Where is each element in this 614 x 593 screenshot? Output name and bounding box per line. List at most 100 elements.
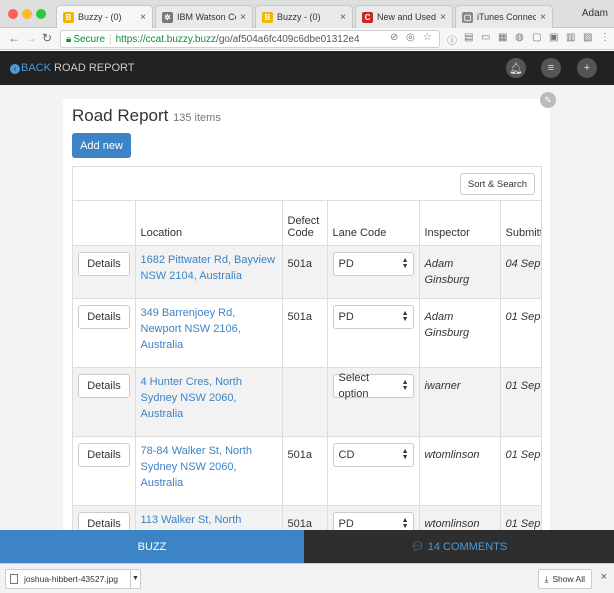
show-all-button[interactable]: ⤓ Show All bbox=[537, 569, 592, 589]
tab-title: iTunes Connect bbox=[477, 12, 537, 22]
location-link[interactable]: 4 Hunter Cres, North Sydney NSW 2060, Au… bbox=[135, 367, 283, 437]
minimize-window-button[interactable] bbox=[22, 9, 32, 19]
column-header-defect-code[interactable]: Defect Code bbox=[282, 201, 328, 246]
close-window-button[interactable] bbox=[8, 9, 18, 19]
close-icon[interactable]: × bbox=[601, 571, 607, 583]
lane-code-select[interactable]: PD ▲ ▼ bbox=[332, 304, 414, 329]
extension-icon[interactable]: ▣ bbox=[549, 32, 558, 43]
maximize-window-button[interactable] bbox=[36, 9, 46, 19]
extension-icon[interactable]: ◍ bbox=[515, 32, 524, 43]
select-arrows-icon: ▲ ▼ bbox=[401, 378, 409, 392]
extension-icon[interactable]: ▧ bbox=[583, 32, 592, 43]
browser-tab-2[interactable]: B Buzzy - (0) × bbox=[255, 5, 353, 28]
extension-icon[interactable]: ▥ bbox=[566, 32, 575, 43]
details-button[interactable]: Details bbox=[78, 251, 130, 276]
column-header-inspector[interactable]: Inspector bbox=[419, 201, 501, 246]
tab-close-icon[interactable]: × bbox=[140, 12, 146, 23]
defect-code: 501a bbox=[282, 298, 328, 368]
buzzy-favicon-icon: B bbox=[63, 11, 74, 23]
tab-title: IBM Watson Con bbox=[177, 12, 236, 22]
report-table: Location Defect Code Lane Code Inspector… bbox=[73, 201, 541, 530]
camera-blocked-icon[interactable]: ⊘ bbox=[390, 32, 398, 43]
extension-icon[interactable]: ▢ bbox=[532, 32, 541, 43]
column-header-submitted[interactable]: Submitted bbox=[500, 201, 541, 246]
page-content: Road Report 135 items Add new Sort & Sea… bbox=[0, 85, 614, 530]
browser-tab-3[interactable]: C New and Used C × bbox=[355, 5, 453, 28]
lane-code-select[interactable]: CD ▲ ▼ bbox=[332, 442, 414, 467]
lane-code-select[interactable]: PD ▲ ▼ bbox=[332, 251, 414, 276]
tab-close-icon[interactable]: × bbox=[240, 12, 246, 23]
back-arrow-icon[interactable]: ← bbox=[8, 31, 20, 45]
lane-code-value: PD bbox=[338, 257, 354, 270]
chevron-down-icon[interactable]: ▼ bbox=[130, 570, 140, 588]
inspector: Adam Ginsburg bbox=[419, 298, 501, 368]
menu-icon[interactable]: ≡ bbox=[541, 58, 561, 78]
location-link[interactable]: 78-84 Walker St, North Sydney NSW 2060, … bbox=[135, 436, 283, 506]
location-link[interactable]: 349 Barrenjoey Rd, Newport NSW 2106, Aus… bbox=[135, 298, 283, 368]
itunes-favicon-icon: ▢ bbox=[462, 11, 473, 23]
buzzy-favicon-icon: B bbox=[262, 11, 273, 23]
table-row: Details 349 Barrenjoey Rd, Newport NSW 2… bbox=[73, 298, 541, 368]
table-header-row: Location Defect Code Lane Code Inspector… bbox=[73, 201, 541, 246]
download-item[interactable]: joshua-hibbert-43527.jpg ▼ bbox=[5, 569, 141, 589]
table-toolbar: Sort & Search bbox=[73, 167, 541, 201]
browser-tab-0[interactable]: B Buzzy - (0) × bbox=[56, 5, 153, 28]
back-button[interactable]: ‹ BACK bbox=[10, 62, 51, 74]
tab-close-icon[interactable]: × bbox=[540, 12, 546, 23]
browser-tab-strip: B Buzzy - (0) × ✲ IBM Watson Con × B Buz… bbox=[0, 0, 614, 28]
extension-icon[interactable]: ▤ bbox=[464, 32, 473, 43]
reload-icon[interactable]: ↻ bbox=[42, 31, 52, 45]
report-table-container[interactable]: Sort & Search Location Defect Code Lane … bbox=[72, 166, 542, 530]
back-label: BACK bbox=[21, 62, 51, 74]
show-all-label: Show All bbox=[552, 574, 585, 584]
report-title-text: Road Report bbox=[72, 106, 169, 125]
browser-tab-4[interactable]: ▢ iTunes Connect × bbox=[455, 5, 553, 28]
inspector: wtomlinson bbox=[419, 505, 501, 530]
tab-close-icon[interactable]: × bbox=[440, 12, 446, 23]
comments-tab[interactable]: 💬︎ 14 COMMENTS bbox=[304, 530, 614, 563]
table-row: Details 4 Hunter Cres, North Sydney NSW … bbox=[73, 367, 541, 437]
menu-kebab-icon[interactable]: ⋮ bbox=[600, 32, 610, 43]
location-link[interactable]: 1682 Pittwater Rd, Bayview NSW 2104, Aus… bbox=[135, 245, 283, 299]
bookmark-star-icon[interactable]: ☆ bbox=[423, 32, 432, 43]
lane-code-value: CD bbox=[338, 448, 355, 461]
details-button[interactable]: Details bbox=[78, 442, 130, 467]
lane-code-select[interactable]: Select option ▲ ▼ bbox=[332, 372, 414, 400]
defect-code: 501a bbox=[282, 245, 328, 299]
details-button[interactable]: Details bbox=[78, 373, 130, 398]
comments-label: 14 COMMENTS bbox=[427, 540, 508, 553]
browser-user-name[interactable]: Adam bbox=[582, 8, 608, 19]
defect-code bbox=[282, 367, 328, 437]
report-card: Road Report 135 items Add new Sort & Sea… bbox=[63, 99, 550, 530]
info-extension-icon[interactable]: ⓘ bbox=[447, 32, 457, 47]
notification-bell-icon[interactable]: 🔔︎ bbox=[506, 58, 526, 78]
extension-icon[interactable]: ▭ bbox=[481, 32, 490, 43]
report-title: Road Report 135 items bbox=[72, 106, 221, 126]
add-new-button[interactable]: Add new bbox=[72, 133, 131, 158]
details-button[interactable]: Details bbox=[78, 304, 130, 329]
extension-icon[interactable]: ▦ bbox=[498, 32, 507, 43]
location-icon[interactable]: ◎ bbox=[406, 32, 415, 43]
column-header-location[interactable]: Location bbox=[135, 201, 283, 246]
details-button[interactable]: Details bbox=[78, 511, 130, 530]
app-header: ‹ BACK ROAD REPORT 🔔︎ ≡ + bbox=[0, 51, 614, 85]
submitted-date: 01 Sep 2017 bbox=[500, 298, 541, 368]
download-filename: joshua-hibbert-43527.jpg bbox=[24, 574, 119, 584]
download-icon: ⤓ bbox=[544, 573, 549, 584]
lane-code-select[interactable]: PD ▲ ▼ bbox=[332, 511, 414, 530]
defect-code: 501a bbox=[282, 505, 328, 530]
url-field[interactable]: 🔒︎ Secure | https://ccat.buzzy.buzz/go/a… bbox=[60, 30, 440, 48]
address-bar: ← → ↻ 🔒︎ Secure | https://ccat.buzzy.buz… bbox=[0, 28, 614, 50]
url-host: https://ccat.buzzy.buzz bbox=[115, 33, 217, 45]
browser-tab-1[interactable]: ✲ IBM Watson Con × bbox=[155, 5, 253, 28]
buzz-tab[interactable]: BUZZ bbox=[0, 530, 304, 563]
forward-arrow-icon[interactable]: → bbox=[25, 31, 37, 45]
column-header-lane-code[interactable]: Lane Code bbox=[327, 201, 420, 246]
url-path: /go/af504a6fc409c6dbe01312e4 bbox=[216, 33, 360, 45]
tab-close-icon[interactable]: × bbox=[340, 12, 346, 23]
edit-pencil-icon[interactable]: ✎ bbox=[540, 92, 556, 108]
add-icon[interactable]: + bbox=[577, 58, 597, 78]
location-link[interactable]: 113 Walker St, North Sydney NSW 2060, Au… bbox=[135, 505, 283, 530]
sort-search-button[interactable]: Sort & Search bbox=[459, 173, 535, 195]
inspector: wtomlinson bbox=[419, 436, 501, 506]
